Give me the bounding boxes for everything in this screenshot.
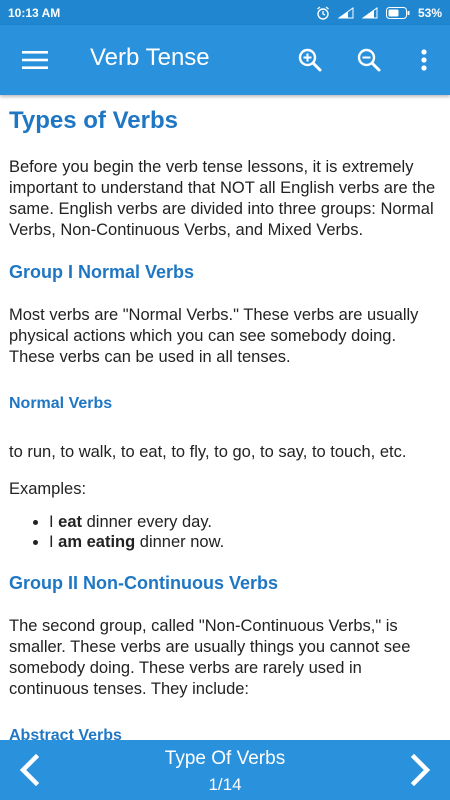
normal-verbs-list: to run, to walk, to eat, to fly, to go, … [9, 443, 407, 461]
status-time: 10:13 AM [8, 5, 61, 20]
list-item: I eat dinner every day. [49, 512, 441, 532]
app-bar: Verb Tense [0, 25, 450, 95]
abstract-verbs-heading: Abstract Verbs [9, 727, 122, 740]
signal-icon-2 [361, 6, 378, 19]
group1-paragraph: Most verbs are "Normal Verbs." These ver… [9, 306, 419, 366]
examples-list: I eat dinner every day. I am eating dinn… [9, 512, 441, 552]
app-title: Verb Tense [90, 44, 210, 71]
example-suffix: dinner now. [135, 533, 225, 551]
chevron-right-icon [410, 753, 431, 787]
signal-icon [337, 6, 354, 19]
example-verb: am eating [58, 533, 136, 551]
zoom-in-button[interactable] [297, 47, 323, 73]
group2-heading: Group II Non-Continuous Verbs [9, 573, 278, 593]
article-content[interactable]: Types of Verbs Before you begin the verb… [0, 95, 450, 740]
example-suffix: dinner every day. [82, 513, 212, 531]
chapter-title: Type Of Verbs [164, 748, 286, 769]
article-title: Types of Verbs [9, 107, 178, 134]
example-prefix: I [49, 533, 59, 551]
next-page-button[interactable] [406, 753, 434, 787]
status-bar: 10:13 AM 53% [0, 0, 450, 25]
menu-button[interactable] [22, 48, 48, 72]
status-icons: 53% [316, 6, 442, 20]
battery-percentage: 53% [417, 5, 442, 20]
group1-heading: Group I Normal Verbs [9, 262, 195, 282]
bottom-nav-bar: Type Of Verbs 1/14 [0, 740, 450, 800]
zoom-out-button[interactable] [356, 47, 382, 73]
zoom-out-icon [357, 48, 381, 72]
battery-icon [385, 6, 410, 19]
examples-label: Examples: [9, 480, 87, 498]
zoom-in-icon [298, 48, 322, 72]
menu-icon [22, 51, 48, 69]
group2-paragraph: The second group, called "Non-Continuous… [9, 617, 411, 698]
more-options-button[interactable] [411, 47, 437, 73]
list-item: I am eating dinner now. [49, 532, 441, 552]
intro-paragraph: Before you begin the verb tense lessons,… [9, 158, 436, 239]
normal-verbs-heading: Normal Verbs [9, 395, 113, 412]
alarm-icon [316, 5, 330, 20]
more-vert-icon [421, 49, 427, 71]
page-indicator: 1/14 [208, 775, 242, 794]
example-prefix: I [49, 513, 59, 531]
example-verb: eat [58, 513, 83, 531]
